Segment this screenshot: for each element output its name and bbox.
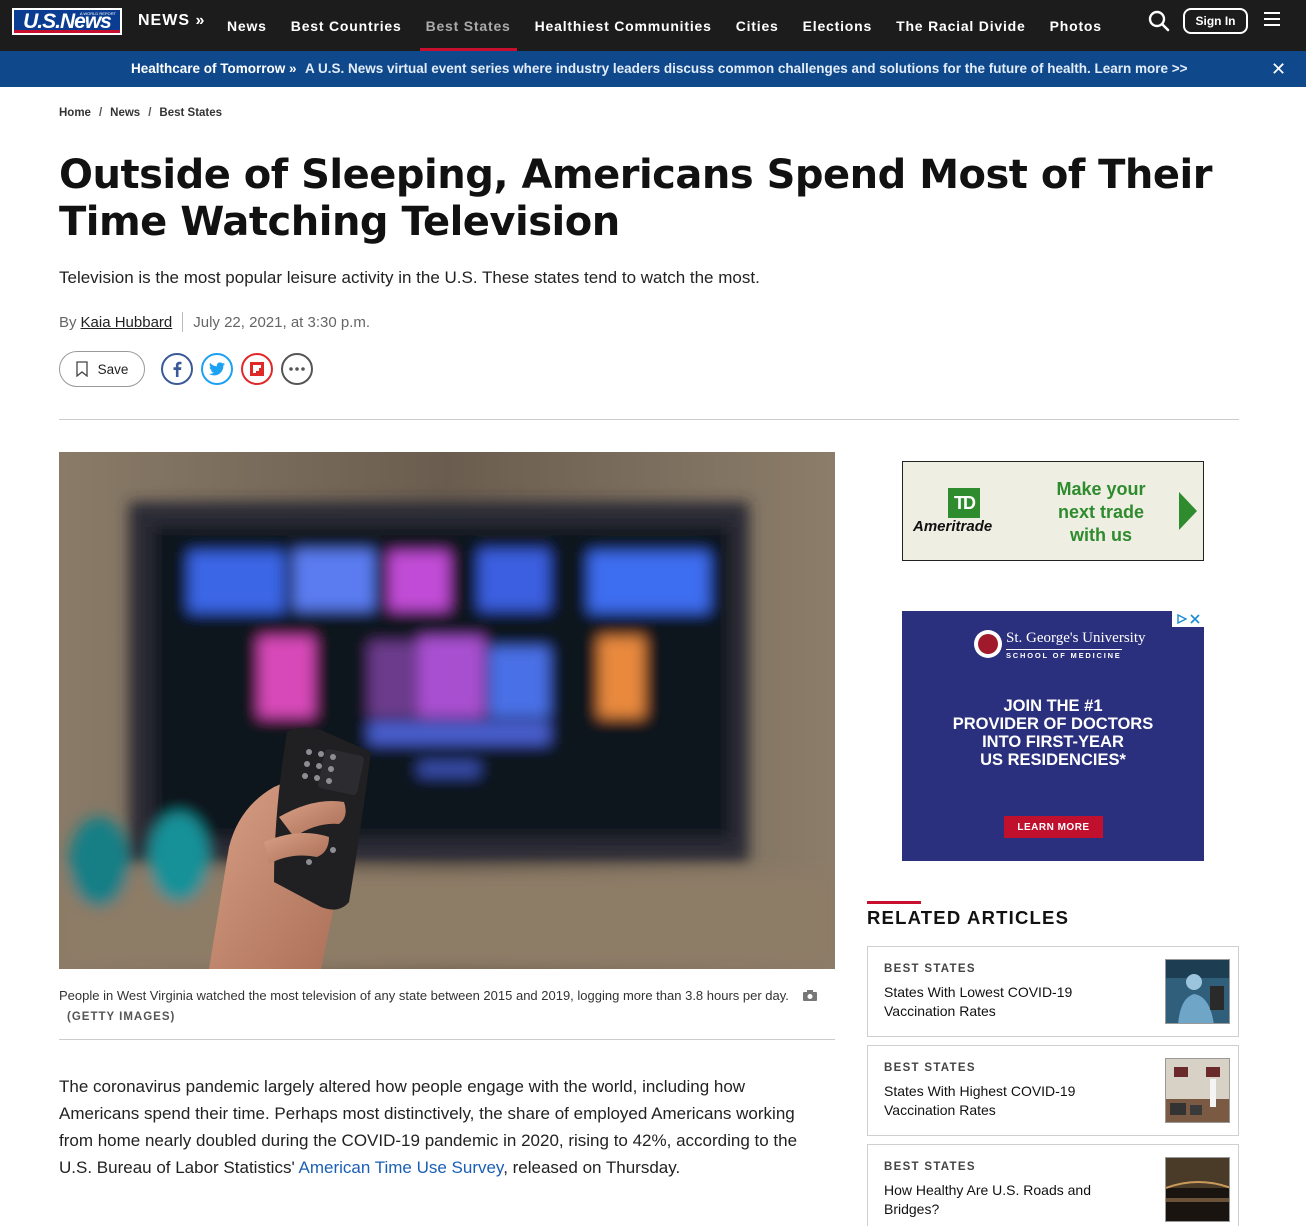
- related-kicker[interactable]: BEST STATES: [884, 1062, 976, 1074]
- td-logo-text: TD: [954, 492, 976, 513]
- header-divider: [59, 419, 1239, 420]
- logo-tagline: A WORLD REPORT: [79, 11, 116, 16]
- sign-in-button[interactable]: Sign In: [1183, 8, 1248, 34]
- ameritrade-line-3: with us: [1070, 525, 1132, 545]
- related-thumbnail[interactable]: [1165, 959, 1230, 1024]
- ad-choices-icon[interactable]: [1172, 611, 1204, 627]
- sgu-learn-more-button[interactable]: LEARN MORE: [1004, 816, 1103, 838]
- related-title[interactable]: States With Lowest COVID-19 Vaccination …: [884, 983, 1114, 1021]
- byline-by: By: [59, 313, 77, 331]
- nav-section-news[interactable]: NEWS »: [138, 12, 205, 30]
- breadcrumb-best-states[interactable]: Best States: [159, 107, 222, 119]
- sgu-school: SCHOOL OF MEDICINE: [1006, 649, 1122, 660]
- event-banner: Healthcare of Tomorrow » A U.S. News vir…: [0, 51, 1306, 87]
- close-icon[interactable]: ✕: [1271, 60, 1286, 78]
- nav-link-elections[interactable]: Elections: [791, 0, 884, 51]
- sgu-line-2: PROVIDER OF DOCTORS: [952, 715, 1154, 733]
- sgu-crest-icon: [974, 630, 1002, 658]
- article-title: Outside of Sleeping, Americans Spend Mos…: [59, 152, 1212, 245]
- related-kicker[interactable]: BEST STATES: [884, 1161, 976, 1173]
- related-thumbnail[interactable]: [1165, 1157, 1230, 1222]
- ameritrade-headline: Make your next trade with us: [1041, 478, 1161, 547]
- sgu-ad[interactable]: St. George's University SCHOOL OF MEDICI…: [902, 611, 1204, 861]
- article-body-paragraph: The coronavirus pandemic largely altered…: [59, 1073, 799, 1181]
- atus-link[interactable]: American Time Use Survey: [298, 1158, 503, 1177]
- breadcrumb-separator: /: [148, 107, 152, 119]
- ameritrade-line-2: next trade: [1057, 502, 1145, 522]
- flipboard-share-icon[interactable]: [241, 353, 273, 385]
- byline-divider: [182, 312, 184, 332]
- nav-link-best-countries[interactable]: Best Countries: [279, 0, 414, 51]
- usnews-logo[interactable]: A WORLD REPORT U.S.News: [12, 8, 122, 35]
- play-arrow-icon: [1179, 492, 1197, 530]
- image-caption: People in West Virginia watched the most…: [59, 986, 829, 1027]
- top-nav: A WORLD REPORT U.S.News NEWS » News Best…: [0, 0, 1306, 51]
- body-text-after: , released on Thursday.: [503, 1158, 681, 1177]
- image-credit: (GETTY IMAGES): [67, 1011, 176, 1024]
- hero-image: [59, 452, 835, 969]
- nav-link-healthiest-communities[interactable]: Healthiest Communities: [523, 0, 724, 51]
- related-articles-heading: RELATED ARTICLES: [867, 907, 1070, 928]
- related-kicker[interactable]: BEST STATES: [884, 963, 976, 975]
- sgu-line-1: JOIN THE #1: [1003, 697, 1103, 715]
- article-date: July 22, 2021, at 3:30 p.m.: [193, 313, 371, 331]
- author-link[interactable]: Kaia Hubbard: [81, 314, 173, 331]
- save-label: Save: [97, 361, 129, 377]
- hamburger-menu-icon[interactable]: [1264, 12, 1280, 28]
- nav-link-photos[interactable]: Photos: [1038, 0, 1114, 51]
- banner-title-link[interactable]: Healthcare of Tomorrow »: [131, 61, 297, 76]
- nav-link-best-states[interactable]: Best States: [414, 0, 523, 51]
- related-article-card[interactable]: BEST STATES States With Highest COVID-19…: [867, 1045, 1239, 1136]
- search-icon[interactable]: [1148, 10, 1170, 32]
- breadcrumb-separator: /: [98, 107, 103, 119]
- ameritrade-ad[interactable]: TD Ameritrade Make your next trade with …: [902, 461, 1204, 561]
- sgu-headline: JOIN THE #1 PROVIDER OF DOCTORS INTO FIR…: [902, 697, 1204, 769]
- related-title[interactable]: States With Highest COVID-19 Vaccination…: [884, 1082, 1114, 1120]
- byline: By Kaia Hubbard July 22, 2021, at 3:30 p…: [59, 312, 370, 332]
- td-logo: TD: [948, 488, 980, 518]
- nav-link-news[interactable]: News: [215, 0, 279, 51]
- sgu-line-4: US RESIDENCIES*: [980, 751, 1126, 769]
- related-thumbnail[interactable]: [1165, 1058, 1230, 1123]
- related-accent-bar: [867, 901, 921, 904]
- breadcrumb-home[interactable]: Home: [59, 107, 91, 119]
- related-title[interactable]: How Healthy Are U.S. Roads and Bridges?: [884, 1181, 1114, 1219]
- related-article-card[interactable]: BEST STATES States With Lowest COVID-19 …: [867, 946, 1239, 1037]
- facebook-share-icon[interactable]: [161, 353, 193, 385]
- caption-text: People in West Virginia watched the most…: [59, 988, 789, 1003]
- breadcrumb: Home / News / Best States: [59, 107, 222, 119]
- ameritrade-line-1: Make your: [1056, 479, 1146, 499]
- caption-divider: [59, 1039, 835, 1040]
- bookmark-icon: [75, 361, 88, 377]
- logo-stripe: [14, 30, 120, 33]
- breadcrumb-news[interactable]: News: [110, 107, 140, 119]
- nav-links: News Best Countries Best States Healthie…: [215, 0, 1114, 51]
- camera-icon: [802, 987, 817, 1006]
- article-subtitle: Television is the most popular leisure a…: [59, 268, 760, 287]
- more-share-icon[interactable]: [281, 353, 313, 385]
- sgu-line-3: INTO FIRST-YEAR: [982, 733, 1124, 751]
- banner-text-link[interactable]: A U.S. News virtual event series where i…: [305, 61, 1188, 76]
- twitter-share-icon[interactable]: [201, 353, 233, 385]
- ameritrade-brand: Ameritrade: [913, 518, 993, 535]
- sgu-name: St. George's University: [1006, 630, 1146, 646]
- related-article-card[interactable]: BEST STATES How Healthy Are U.S. Roads a…: [867, 1144, 1239, 1226]
- save-button[interactable]: Save: [59, 351, 145, 387]
- nav-link-racial-divide[interactable]: The Racial Divide: [884, 0, 1038, 51]
- nav-link-cities[interactable]: Cities: [724, 0, 791, 51]
